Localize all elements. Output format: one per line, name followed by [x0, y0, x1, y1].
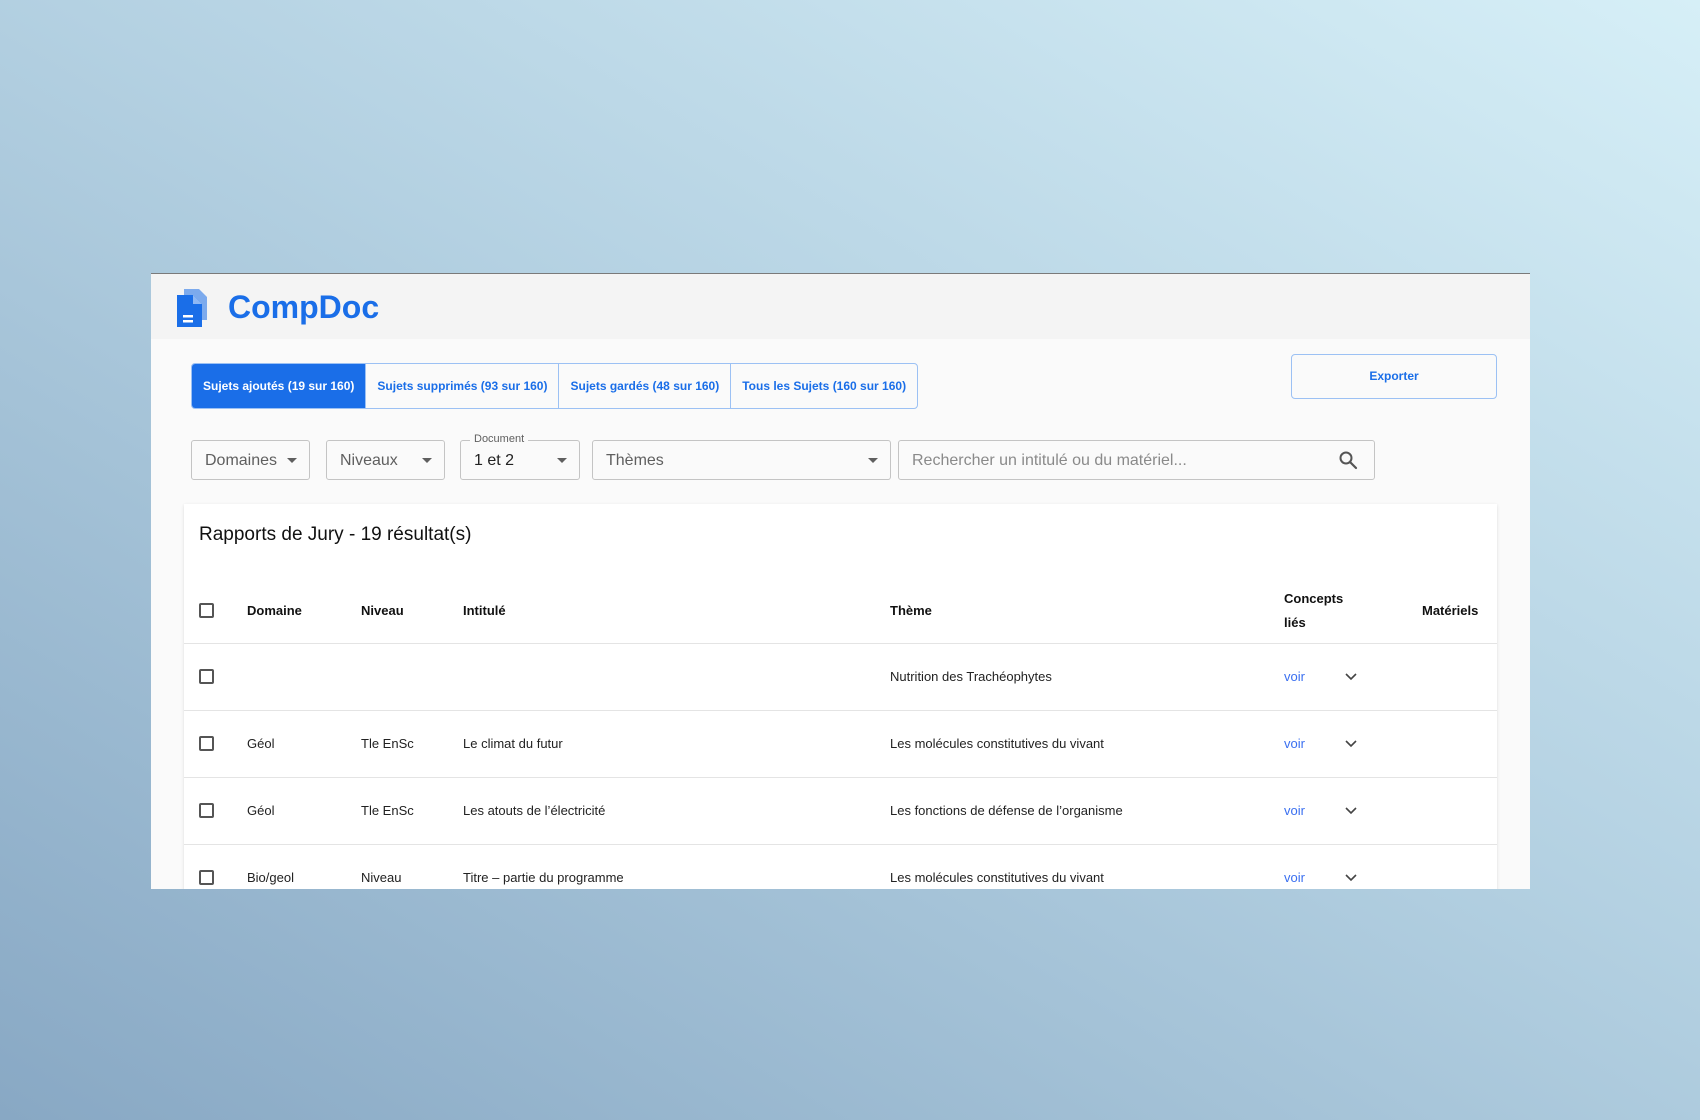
app-header: CompDoc [151, 274, 1530, 339]
cell-domaine: Bio/geol [247, 870, 294, 885]
cell-intitule: Le climat du futur [463, 736, 563, 751]
cell-theme: Les molécules constitutives du vivant [890, 736, 1104, 751]
cell-niveau: Tle EnSc [361, 736, 414, 751]
column-header-concepts-line2: liés [1284, 615, 1306, 630]
cell-intitule: Titre – partie du programme [463, 870, 624, 885]
column-header-theme[interactable]: Thème [890, 599, 932, 623]
caret-down-icon [557, 458, 567, 463]
app-title: CompDoc [228, 289, 380, 325]
cell-domaine: Géol [247, 736, 275, 751]
table-row[interactable]: Géol Tle EnSc Les atouts de l’électricit… [184, 778, 1497, 845]
row-checkbox[interactable] [199, 803, 214, 818]
column-header-intitule[interactable]: Intitulé [463, 599, 506, 623]
results-card: Rapports de Jury - 19 résultat(s) Domain… [184, 504, 1497, 889]
tab-tous-les-sujets[interactable]: Tous les Sujets (160 sur 160) [730, 364, 917, 408]
column-header-niveau[interactable]: Niveau [361, 599, 404, 623]
chevron-down-icon[interactable] [1344, 871, 1358, 885]
column-header-concepts-line1: Concepts [1284, 591, 1344, 606]
caret-down-icon [287, 458, 297, 463]
cell-niveau: Tle EnSc [361, 803, 414, 818]
tab-sujets-ajoutes[interactable]: Sujets ajoutés (19 sur 160) [192, 364, 366, 408]
column-header-domaine[interactable]: Domaine [247, 599, 302, 623]
row-checkbox[interactable] [199, 870, 214, 885]
domaines-select[interactable]: Domaines [191, 440, 310, 480]
chevron-down-icon[interactable] [1344, 804, 1358, 818]
tab-sujets-gardes[interactable]: Sujets gardés (48 sur 160) [558, 364, 730, 408]
domaines-select-label: Domaines [205, 452, 278, 469]
niveaux-select-label: Niveaux [340, 452, 398, 469]
table-header-row: Domaine Niveau Intitulé Thème Concepts l… [184, 578, 1497, 644]
cell-theme: Nutrition des Trachéophytes [890, 669, 1052, 684]
document-select[interactable]: Document 1 et 2 [460, 432, 580, 480]
caret-down-icon [868, 458, 878, 463]
export-button[interactable]: Exporter [1291, 354, 1497, 399]
search-icon[interactable] [1338, 450, 1358, 470]
document-select-label: Document [470, 432, 529, 446]
table-row[interactable]: Nutrition des Trachéophytes voir [184, 644, 1497, 711]
themes-select-label: Thèmes [606, 452, 664, 469]
table-row[interactable]: Bio/geol Niveau Titre – partie du progra… [184, 845, 1497, 889]
themes-select[interactable]: Thèmes [592, 440, 891, 480]
search-placeholder: Rechercher un intitulé ou du matériel... [912, 452, 1187, 469]
tab-sujets-supprimes[interactable]: Sujets supprimés (93 sur 160) [365, 364, 558, 408]
tab-group: Sujets ajoutés (19 sur 160) Sujets suppr… [191, 363, 919, 409]
app-window: CompDoc Sujets ajoutés (19 sur 160) Suje… [151, 273, 1530, 889]
results-title: Rapports de Jury - 19 résultat(s) [199, 524, 472, 545]
column-header-materiels: Matériels [1422, 603, 1479, 618]
cell-domaine: Géol [247, 803, 275, 818]
cell-intitule: Les atouts de l’électricité [463, 803, 606, 818]
voir-link[interactable]: voir [1284, 799, 1305, 823]
row-checkbox[interactable] [199, 669, 214, 684]
search-input[interactable]: Rechercher un intitulé ou du matériel... [898, 440, 1375, 480]
document-select-value: 1 et 2 [474, 452, 515, 469]
chevron-down-icon[interactable] [1344, 737, 1358, 751]
cell-theme: Les fonctions de défense de l’organisme [890, 803, 1123, 818]
document-logo-icon [177, 289, 207, 327]
caret-down-icon [422, 458, 432, 463]
cell-niveau: Niveau [361, 870, 402, 885]
voir-link[interactable]: voir [1284, 732, 1305, 756]
voir-link[interactable]: voir [1284, 866, 1305, 889]
select-all-checkbox[interactable] [199, 603, 214, 618]
row-checkbox[interactable] [199, 736, 214, 751]
cell-theme: Les molécules constitutives du vivant [890, 870, 1104, 885]
voir-link[interactable]: voir [1284, 665, 1305, 689]
niveaux-select[interactable]: Niveaux [326, 440, 445, 480]
table-row[interactable]: Géol Tle EnSc Le climat du futur Les mol… [184, 711, 1497, 778]
chevron-down-icon[interactable] [1344, 670, 1358, 684]
